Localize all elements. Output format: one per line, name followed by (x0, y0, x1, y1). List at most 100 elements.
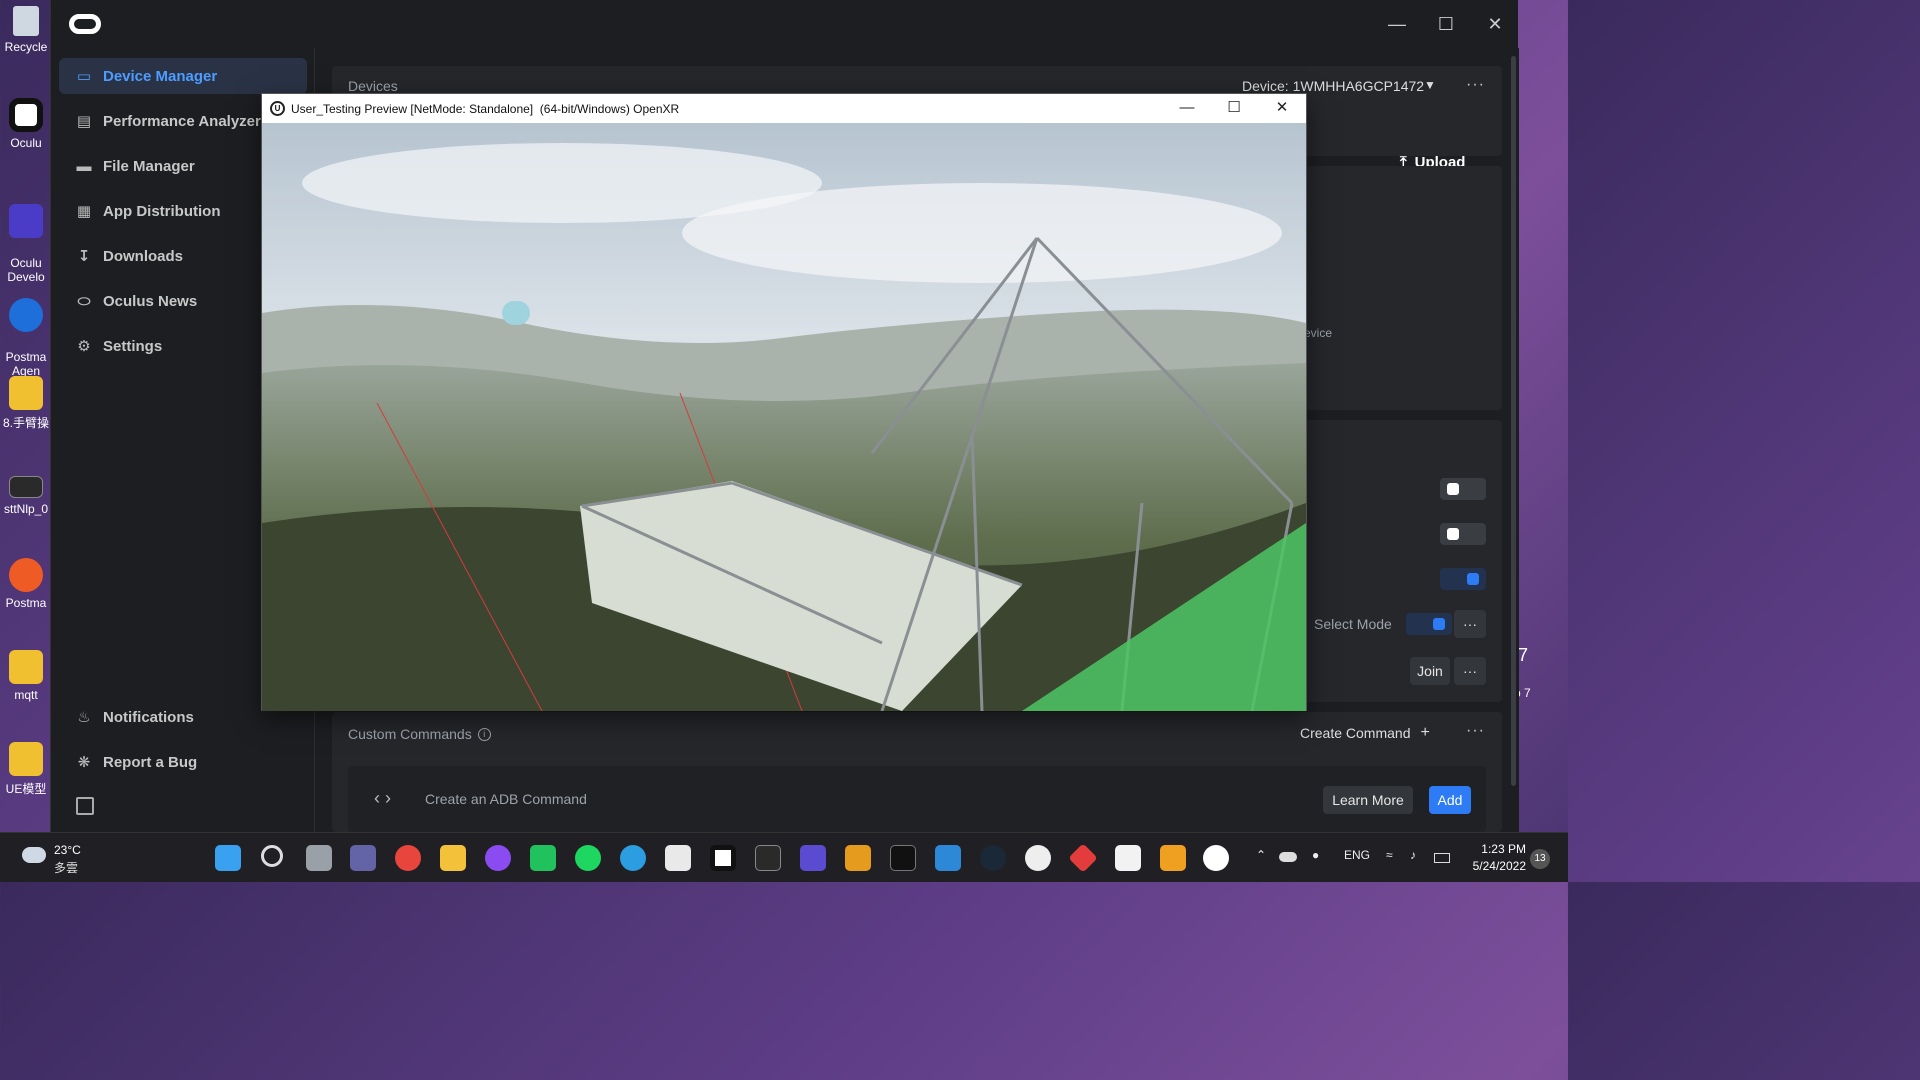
add-button[interactable]: Add (1429, 786, 1471, 814)
desktop-icon-mqtt[interactable]: mqtt (0, 650, 52, 702)
desktop-icon-ue-model[interactable]: UE模型 (0, 742, 52, 797)
python-file-icon[interactable] (1115, 845, 1141, 871)
terminal-file-icon (9, 476, 43, 498)
desktop-icon-oculus-developer[interactable]: Oculu Develo (0, 190, 52, 298)
sidebar-item-label: Oculus News (103, 292, 198, 310)
epic-games-icon[interactable] (755, 845, 781, 871)
maximize-button[interactable]: ☐ (1432, 12, 1460, 36)
oculus-developer-icon (9, 204, 43, 238)
line-icon[interactable] (530, 845, 556, 871)
minimize-button[interactable]: — (1383, 12, 1411, 36)
desktop-icon-label: Postma Agen (5, 350, 47, 378)
sidebar-item-device-manager[interactable]: ▭ Device Manager (59, 58, 307, 94)
microphone-icon[interactable]: ● (1312, 848, 1319, 862)
language-indicator[interactable]: ENG (1344, 848, 1370, 862)
create-command-button[interactable]: Create Command + (1300, 724, 1430, 742)
messenger-icon[interactable] (485, 845, 511, 871)
start-menu-icon[interactable] (215, 845, 241, 871)
sidebar-item-report-bug[interactable]: ❋ Report a Bug (59, 744, 307, 780)
learn-more-button[interactable]: Learn More (1323, 786, 1413, 814)
adb-command-label: Create an ADB Command (425, 791, 587, 807)
close-button[interactable]: ✕ (1481, 12, 1509, 36)
scene-render (262, 123, 1306, 711)
maximize-button[interactable]: ☐ (1219, 97, 1249, 119)
custom-commands-heading: Custom Commands i (348, 726, 491, 742)
scrollbar[interactable] (1511, 56, 1516, 786)
wifi-icon[interactable]: ≈ (1386, 848, 1393, 862)
terminal-icon[interactable] (890, 845, 916, 871)
task-view-icon[interactable] (306, 845, 332, 871)
desktop-icon-label: Oculu (10, 136, 42, 150)
toggle-knob (1467, 573, 1479, 585)
devices-heading: Devices (348, 78, 398, 94)
desktop-icon-folder-arm[interactable]: 8.手臂操 (0, 376, 52, 431)
desktop-icon-postman[interactable]: Postma (0, 558, 52, 610)
custom-commands-panel: Custom Commands i Create Command + ··· ‹… (332, 712, 1502, 832)
join-button[interactable]: Join (1410, 657, 1450, 685)
gear-icon: ⚙ (77, 338, 91, 355)
desktop-icon-sttnlp[interactable]: sttNlp_0 (0, 476, 52, 516)
desktop-icon-recycle-bin[interactable]: Recycle (0, 6, 52, 54)
more-options-button[interactable]: ··· (1454, 610, 1486, 638)
volume-icon[interactable]: ♪ (1410, 848, 1416, 862)
window-title: User_Testing Preview [NetMode: Standalon… (291, 101, 680, 116)
steam-icon[interactable] (980, 845, 1006, 871)
code-brackets-icon: ‹ › (374, 788, 391, 808)
search-icon[interactable] (261, 845, 283, 867)
folder-icon: ▬ (76, 157, 92, 175)
git-icon[interactable] (1068, 843, 1098, 873)
spotify-icon[interactable] (575, 845, 601, 871)
grid-icon: ▦ (76, 203, 92, 220)
unreal-engine-icon[interactable] (1203, 845, 1229, 871)
select-mode-toggle[interactable] (1406, 613, 1452, 635)
recycle-bin-icon (13, 6, 39, 36)
desktop-icon-label: 8.手臂操 (2, 416, 49, 430)
file-explorer-icon[interactable] (440, 845, 466, 871)
more-options-button[interactable]: ··· (1454, 657, 1486, 685)
desktop-icon-label: mqtt (14, 688, 38, 702)
sidebar-item-label: Device Manager (103, 67, 218, 85)
sidebar-item-label: Settings (103, 337, 163, 355)
clock-time[interactable]: 1:23 PM (1466, 842, 1526, 856)
toggle-knob (1447, 528, 1459, 540)
setting-toggle[interactable] (1440, 568, 1486, 590)
info-icon[interactable]: i (477, 727, 491, 741)
close-button[interactable]: ✕ (1267, 97, 1297, 119)
collapse-sidebar-icon[interactable] (76, 797, 94, 815)
clock-date[interactable]: 5/24/2022 (1460, 859, 1526, 873)
chevron-down-icon[interactable]: ▼ (1424, 78, 1436, 92)
oculus-app-icon (9, 98, 43, 132)
sidebar-item-label: Notifications (103, 708, 194, 726)
oculus-developer-hub-icon[interactable] (800, 845, 826, 871)
app-icon[interactable] (845, 845, 871, 871)
chrome-icon[interactable] (395, 845, 421, 871)
minimize-button[interactable]: — (1172, 97, 1202, 119)
game-viewport[interactable] (262, 123, 1306, 711)
cloud-icon (22, 847, 46, 863)
desktop-icon-label: Recycle (4, 40, 48, 54)
bug-icon: ❋ (77, 754, 91, 771)
vscode-icon[interactable] (935, 845, 961, 871)
oculus-taskbar-icon[interactable] (710, 845, 736, 871)
chevron-up-icon[interactable]: ⌃ (1256, 848, 1266, 862)
teams-chat-icon[interactable] (350, 845, 376, 871)
oculus-logo-icon (69, 14, 101, 34)
weather-temp[interactable]: 23°C (54, 843, 81, 857)
weather-desc[interactable]: 多雲 (54, 859, 78, 876)
folder-icon[interactable] (1160, 845, 1186, 871)
edge-icon[interactable] (620, 845, 646, 871)
sidebar-item-label: App Distribution (103, 202, 221, 220)
select-mode-label: Select Mode (1314, 616, 1392, 632)
desktop-icon-label: UE模型 (5, 782, 47, 796)
notification-count-badge[interactable]: 13 (1530, 849, 1550, 869)
battery-icon[interactable] (1434, 853, 1450, 863)
device-select[interactable]: Device: 1WMHHA6GCP1472 (1242, 78, 1424, 94)
desktop-icon-oculus[interactable]: Oculu (0, 98, 52, 150)
more-options-button[interactable]: ··· (1466, 76, 1485, 94)
setting-toggle[interactable] (1440, 523, 1486, 545)
more-options-button[interactable]: ··· (1466, 722, 1485, 740)
rhino-icon[interactable] (665, 845, 691, 871)
setting-toggle[interactable] (1440, 478, 1486, 500)
onedrive-icon[interactable] (1279, 852, 1297, 862)
github-icon[interactable] (1025, 845, 1051, 871)
